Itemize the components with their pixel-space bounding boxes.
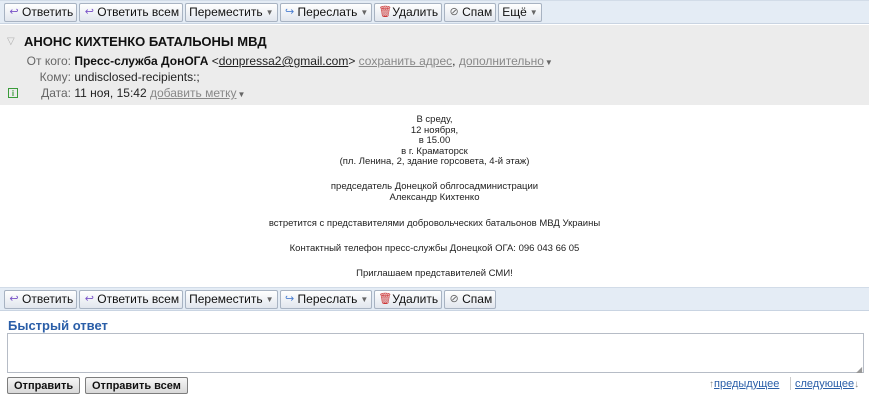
flag-icon[interactable]: ▽ <box>7 36 15 47</box>
move-button[interactable]: Переместить ▼ <box>185 2 278 22</box>
forward-label: Переслать <box>297 292 358 306</box>
spam-icon: ⊘ <box>449 293 459 305</box>
to-row: Кому: undisclosed-recipients:; <box>0 70 200 84</box>
chevron-down-icon: ▼ <box>529 7 538 17</box>
body-line: встретится с представителями добровольче… <box>268 218 601 229</box>
date-row: Дата: 11 ноя, 15:42 добавить метку▼ <box>0 86 245 100</box>
forward-arrow-icon: ↪ <box>284 6 295 18</box>
next-nav: следующее↓ <box>795 378 859 390</box>
move-button[interactable]: Переместить ▼ <box>185 289 278 309</box>
from-label: От кого: <box>26 54 71 68</box>
separator: , <box>452 54 459 68</box>
spam-button[interactable]: ⊘ Спам <box>444 2 497 22</box>
reply-button[interactable]: ↩ Ответить <box>4 2 78 22</box>
email-close-bracket: > <box>348 54 356 68</box>
save-address-link[interactable]: сохранить адрес <box>359 54 452 68</box>
recipients: undisclosed-recipients:; <box>74 70 200 84</box>
chevron-down-icon: ▼ <box>360 294 369 304</box>
message-date: 11 ноя, 15:42 <box>74 86 147 100</box>
quick-reply-input[interactable] <box>7 333 864 373</box>
chevron-down-icon: ▼ <box>265 7 274 17</box>
body-line: Контактный телефон пресс-службы Донецкой… <box>289 243 580 254</box>
sender-email[interactable]: donpressa2@gmail.com <box>219 54 349 68</box>
prev-message-link[interactable]: предыдущее <box>714 378 779 390</box>
to-label: Кому: <box>39 70 71 84</box>
reply-all-label: Ответить всем <box>97 5 180 19</box>
move-label: Переместить <box>189 292 263 306</box>
delete-label: Удалить <box>392 292 439 306</box>
reply-all-icon: ↩ <box>84 6 94 18</box>
reply-arrow-icon: ↩ <box>9 6 19 18</box>
quick-reply-title: Быстрый ответ <box>8 318 108 333</box>
chevron-down-icon: ▼ <box>544 58 553 67</box>
reply-button[interactable]: ↩ Ответить <box>4 289 78 309</box>
body-line: Приглашаем представителей СМИ! <box>356 268 513 279</box>
message-body: В среду, 12 ноября, в 15.00 в г. Крамато… <box>0 106 869 287</box>
spam-button[interactable]: ⊘ Спам <box>444 289 497 309</box>
reply-arrow-icon: ↩ <box>9 293 19 305</box>
message-subject: АНОНС КИХТЕНКО БАТАЛЬОНЫ МВД <box>24 34 267 49</box>
down-arrow-icon: ↓ <box>854 379 860 390</box>
forward-button[interactable]: ↪ Переслать ▼ <box>279 2 373 22</box>
prev-nav: ↑предыдущее <box>709 378 779 390</box>
resize-grip-icon[interactable]: ◢ <box>856 365 862 374</box>
top-toolbar: ↩ Ответить ↩ Ответить всем Переместить ▼… <box>0 0 869 24</box>
body-line: председатель Донецкой облгосадминистраци… <box>330 181 539 192</box>
more-label: Ещё <box>502 5 527 19</box>
trash-icon: 🗑 <box>378 6 393 18</box>
nav-divider <box>790 377 791 390</box>
reply-all-button[interactable]: ↩ Ответить всем <box>79 289 184 309</box>
trash-icon: 🗑 <box>378 293 393 305</box>
delete-label: Удалить <box>392 5 439 19</box>
next-message-link[interactable]: следующее <box>795 378 854 390</box>
chevron-down-icon: ▼ <box>265 294 274 304</box>
spam-label: Спам <box>462 292 493 306</box>
forward-button[interactable]: ↪ Переслать ▼ <box>279 289 373 309</box>
reply-label: Ответить <box>22 5 74 19</box>
reply-all-button[interactable]: ↩ Ответить всем <box>79 2 184 22</box>
forward-arrow-icon: ↪ <box>284 293 295 305</box>
more-details-link[interactable]: дополнительно <box>459 54 544 68</box>
forward-label: Переслать <box>297 5 358 19</box>
from-row: От кого: Пресс-служба ДонОГА <donpressa2… <box>0 54 553 68</box>
spam-icon: ⊘ <box>449 6 459 18</box>
chevron-down-icon: ▼ <box>237 90 246 99</box>
sender-name[interactable]: Пресс-служба ДонОГА <box>74 54 208 68</box>
reply-label: Ответить <box>22 292 74 306</box>
delete-button[interactable]: 🗑 Удалить <box>374 289 443 309</box>
send-button[interactable]: Отправить <box>7 377 81 394</box>
reply-all-icon: ↩ <box>84 293 94 305</box>
email-open-bracket: < <box>211 54 219 68</box>
reply-all-label: Ответить всем <box>97 292 180 306</box>
more-button[interactable]: Ещё ▼ <box>498 2 542 22</box>
message-header: ▽ АНОНС КИХТЕНКО БАТАЛЬОНЫ МВД От кого: … <box>0 25 869 105</box>
add-tag-link[interactable]: добавить метку <box>150 86 237 100</box>
spam-label: Спам <box>462 5 493 19</box>
body-line: (пл. Ленина, 2, здание горсовета, 4-й эт… <box>339 156 530 167</box>
date-label: Дата: <box>41 86 71 100</box>
move-label: Переместить <box>189 5 263 19</box>
body-line: в 15.00 <box>418 135 451 146</box>
delete-button[interactable]: 🗑 Удалить <box>374 2 443 22</box>
chevron-down-icon: ▼ <box>360 7 369 17</box>
body-line: Александр Кихтенко <box>389 191 480 203</box>
bottom-toolbar: ↩ Ответить ↩ Ответить всем Переместить ▼… <box>0 287 869 311</box>
send-all-button[interactable]: Отправить всем <box>85 377 188 394</box>
body-line: В среду, <box>416 114 453 125</box>
